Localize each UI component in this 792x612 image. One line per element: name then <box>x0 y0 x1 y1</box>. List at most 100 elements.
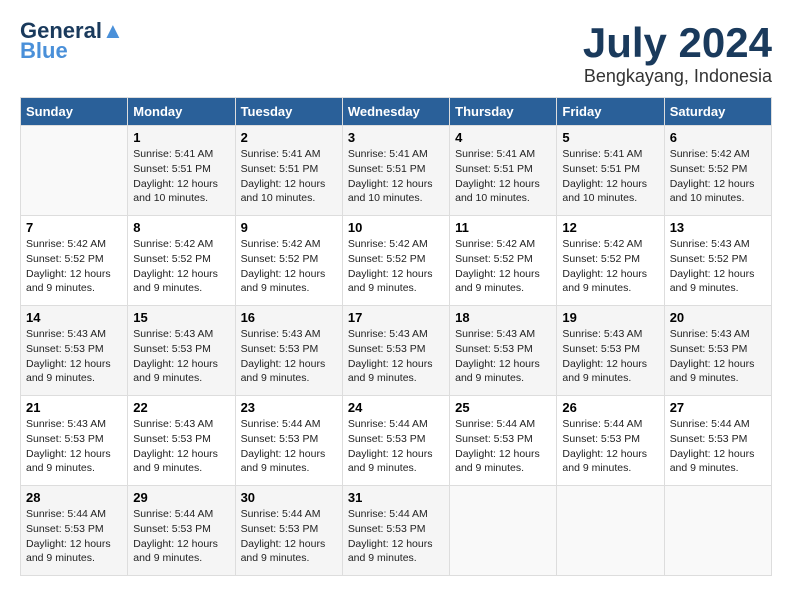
calendar-cell: 7 Sunrise: 5:42 AM Sunset: 5:52 PM Daylig… <box>21 216 128 306</box>
page-header: General▲ Blue July 2024 Bengkayang, Indo… <box>20 20 772 87</box>
day-number: 26 <box>562 400 658 415</box>
day-info: Sunrise: 5:44 AM Sunset: 5:53 PM Dayligh… <box>26 507 122 566</box>
day-number: 31 <box>348 490 444 505</box>
day-number: 27 <box>670 400 766 415</box>
day-number: 17 <box>348 310 444 325</box>
day-info: Sunrise: 5:42 AM Sunset: 5:52 PM Dayligh… <box>348 237 444 296</box>
calendar-cell: 25Sunrise: 5:44 AM Sunset: 5:53 PM Dayli… <box>450 396 557 486</box>
day-number: 16 <box>241 310 337 325</box>
calendar-cell: 12 Sunrise: 5:42 AM Sunset: 5:52 PM Dayli… <box>557 216 664 306</box>
header-sunday: Sunday <box>21 98 128 126</box>
day-info: Sunrise: 5:43 AM Sunset: 5:53 PM Dayligh… <box>241 327 337 386</box>
header-friday: Friday <box>557 98 664 126</box>
calendar-cell: 24 Sunrise: 5:44 AM Sunset: 5:53 PM Dayli… <box>342 396 449 486</box>
calendar-cell: 3 Sunrise: 5:41 AM Sunset: 5:51 PM Daylig… <box>342 126 449 216</box>
day-info: Sunrise: 5:43 AM Sunset: 5:53 PM Dayligh… <box>670 327 766 386</box>
day-number: 6 <box>670 130 766 145</box>
day-info: Sunrise: 5:44 AM Sunset: 5:53 PM Dayligh… <box>241 417 337 476</box>
day-info: Sunrise: 5:44 AM Sunset: 5:53 PM Dayligh… <box>348 507 444 566</box>
calendar-cell: 2Sunrise: 5:41 AM Sunset: 5:51 PM Daylig… <box>235 126 342 216</box>
logo-blue: Blue <box>20 40 68 62</box>
day-info: Sunrise: 5:41 AM Sunset: 5:51 PM Dayligh… <box>455 147 551 206</box>
calendar-cell: 30Sunrise: 5:44 AM Sunset: 5:53 PM Dayli… <box>235 486 342 576</box>
day-info: Sunrise: 5:43 AM Sunset: 5:53 PM Dayligh… <box>348 327 444 386</box>
day-number: 15 <box>133 310 229 325</box>
calendar-cell: 27 Sunrise: 5:44 AM Sunset: 5:53 PM Dayli… <box>664 396 771 486</box>
calendar-week-row: 1 Sunrise: 5:41 AM Sunset: 5:51 PM Daylig… <box>21 126 772 216</box>
day-number: 5 <box>562 130 658 145</box>
calendar-cell: 5 Sunrise: 5:41 AM Sunset: 5:51 PM Daylig… <box>557 126 664 216</box>
calendar-cell: 26 Sunrise: 5:44 AM Sunset: 5:53 PM Dayli… <box>557 396 664 486</box>
day-info: Sunrise: 5:44 AM Sunset: 5:53 PM Dayligh… <box>562 417 658 476</box>
calendar-cell <box>21 126 128 216</box>
location-title: Bengkayang, Indonesia <box>583 66 772 87</box>
calendar-cell <box>557 486 664 576</box>
day-number: 10 <box>348 220 444 235</box>
day-info: Sunrise: 5:42 AM Sunset: 5:52 PM Dayligh… <box>133 237 229 296</box>
calendar-cell: 14 Sunrise: 5:43 AM Sunset: 5:53 PM Dayli… <box>21 306 128 396</box>
day-number: 28 <box>26 490 122 505</box>
day-info: Sunrise: 5:43 AM Sunset: 5:53 PM Dayligh… <box>133 327 229 386</box>
day-number: 11 <box>455 220 551 235</box>
day-info: Sunrise: 5:42 AM Sunset: 5:52 PM Dayligh… <box>26 237 122 296</box>
day-number: 13 <box>670 220 766 235</box>
day-info: Sunrise: 5:43 AM Sunset: 5:52 PM Dayligh… <box>670 237 766 296</box>
day-info: Sunrise: 5:43 AM Sunset: 5:53 PM Dayligh… <box>133 417 229 476</box>
month-title: July 2024 <box>583 20 772 66</box>
day-info: Sunrise: 5:43 AM Sunset: 5:53 PM Dayligh… <box>562 327 658 386</box>
calendar-week-row: 21 Sunrise: 5:43 AM Sunset: 5:53 PM Dayli… <box>21 396 772 486</box>
day-info: Sunrise: 5:44 AM Sunset: 5:53 PM Dayligh… <box>348 417 444 476</box>
day-number: 20 <box>670 310 766 325</box>
calendar-cell <box>450 486 557 576</box>
header-thursday: Thursday <box>450 98 557 126</box>
day-info: Sunrise: 5:43 AM Sunset: 5:53 PM Dayligh… <box>455 327 551 386</box>
calendar-table: SundayMondayTuesdayWednesdayThursdayFrid… <box>20 97 772 576</box>
calendar-cell: 6Sunrise: 5:42 AM Sunset: 5:52 PM Daylig… <box>664 126 771 216</box>
day-number: 8 <box>133 220 229 235</box>
calendar-cell <box>664 486 771 576</box>
day-number: 18 <box>455 310 551 325</box>
calendar-cell: 19 Sunrise: 5:43 AM Sunset: 5:53 PM Dayli… <box>557 306 664 396</box>
day-info: Sunrise: 5:42 AM Sunset: 5:52 PM Dayligh… <box>241 237 337 296</box>
calendar-cell: 31 Sunrise: 5:44 AM Sunset: 5:53 PM Dayli… <box>342 486 449 576</box>
day-info: Sunrise: 5:42 AM Sunset: 5:52 PM Dayligh… <box>562 237 658 296</box>
day-number: 3 <box>348 130 444 145</box>
logo: General▲ Blue <box>20 20 124 62</box>
calendar-cell: 17 Sunrise: 5:43 AM Sunset: 5:53 PM Dayli… <box>342 306 449 396</box>
day-info: Sunrise: 5:43 AM Sunset: 5:53 PM Dayligh… <box>26 327 122 386</box>
day-number: 2 <box>241 130 337 145</box>
day-info: Sunrise: 5:41 AM Sunset: 5:51 PM Dayligh… <box>348 147 444 206</box>
calendar-cell: 9 Sunrise: 5:42 AM Sunset: 5:52 PM Daylig… <box>235 216 342 306</box>
calendar-cell: 10 Sunrise: 5:42 AM Sunset: 5:52 PM Dayli… <box>342 216 449 306</box>
header-tuesday: Tuesday <box>235 98 342 126</box>
calendar-week-row: 7 Sunrise: 5:42 AM Sunset: 5:52 PM Daylig… <box>21 216 772 306</box>
day-info: Sunrise: 5:42 AM Sunset: 5:52 PM Dayligh… <box>455 237 551 296</box>
day-number: 21 <box>26 400 122 415</box>
day-number: 14 <box>26 310 122 325</box>
day-info: Sunrise: 5:44 AM Sunset: 5:53 PM Dayligh… <box>455 417 551 476</box>
day-info: Sunrise: 5:43 AM Sunset: 5:53 PM Dayligh… <box>26 417 122 476</box>
calendar-week-row: 28 Sunrise: 5:44 AM Sunset: 5:53 PM Dayli… <box>21 486 772 576</box>
day-number: 7 <box>26 220 122 235</box>
day-number: 9 <box>241 220 337 235</box>
day-number: 30 <box>241 490 337 505</box>
day-info: Sunrise: 5:41 AM Sunset: 5:51 PM Dayligh… <box>133 147 229 206</box>
day-number: 1 <box>133 130 229 145</box>
day-number: 19 <box>562 310 658 325</box>
header-wednesday: Wednesday <box>342 98 449 126</box>
day-info: Sunrise: 5:41 AM Sunset: 5:51 PM Dayligh… <box>562 147 658 206</box>
calendar-cell: 16 Sunrise: 5:43 AM Sunset: 5:53 PM Dayli… <box>235 306 342 396</box>
calendar-cell: 8 Sunrise: 5:42 AM Sunset: 5:52 PM Daylig… <box>128 216 235 306</box>
calendar-header-row: SundayMondayTuesdayWednesdayThursdayFrid… <box>21 98 772 126</box>
day-number: 4 <box>455 130 551 145</box>
calendar-week-row: 14 Sunrise: 5:43 AM Sunset: 5:53 PM Dayli… <box>21 306 772 396</box>
calendar-cell: 4 Sunrise: 5:41 AM Sunset: 5:51 PM Daylig… <box>450 126 557 216</box>
day-number: 24 <box>348 400 444 415</box>
day-info: Sunrise: 5:44 AM Sunset: 5:53 PM Dayligh… <box>670 417 766 476</box>
day-info: Sunrise: 5:44 AM Sunset: 5:53 PM Dayligh… <box>133 507 229 566</box>
day-number: 22 <box>133 400 229 415</box>
calendar-cell: 1 Sunrise: 5:41 AM Sunset: 5:51 PM Daylig… <box>128 126 235 216</box>
calendar-cell: 11 Sunrise: 5:42 AM Sunset: 5:52 PM Dayli… <box>450 216 557 306</box>
day-number: 12 <box>562 220 658 235</box>
title-area: July 2024 Bengkayang, Indonesia <box>583 20 772 87</box>
